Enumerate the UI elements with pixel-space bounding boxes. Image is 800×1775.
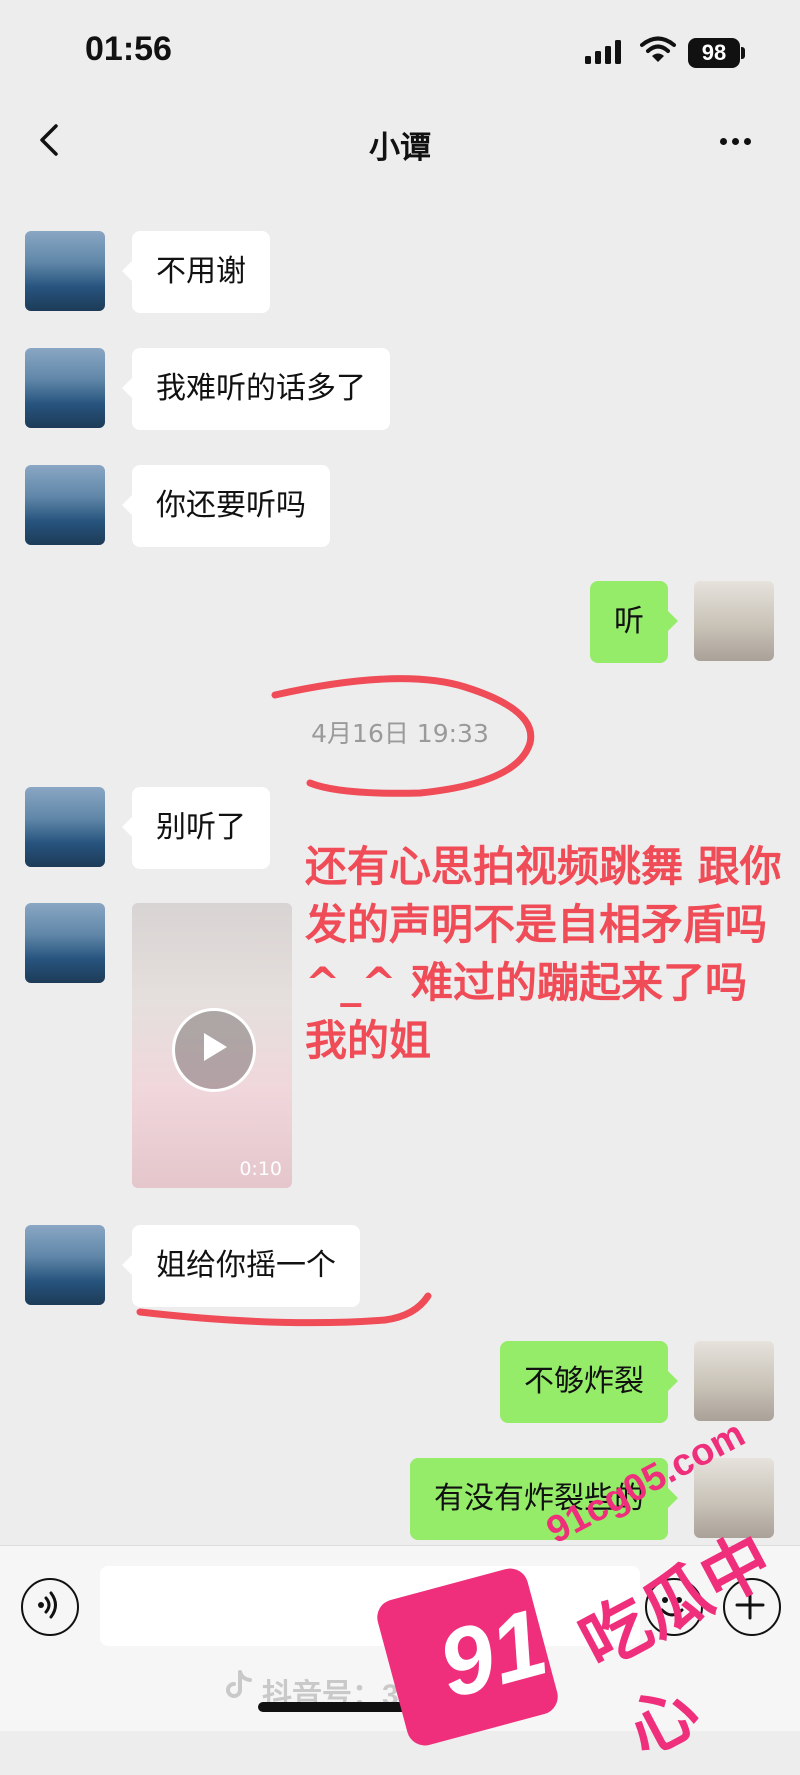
message-incoming[interactable]: 你还要听吗: [122, 465, 330, 547]
voice-icon[interactable]: [21, 1578, 79, 1636]
wifi-icon: [640, 36, 676, 62]
battery-level: 98: [688, 38, 740, 68]
battery-nub: [741, 47, 745, 59]
video-duration: 0:10: [239, 1158, 282, 1180]
more-dots-icon[interactable]: [720, 130, 770, 150]
message-outgoing[interactable]: 听: [590, 581, 678, 663]
avatar-self[interactable]: [694, 581, 774, 661]
avatar-contact[interactable]: [25, 465, 105, 545]
message-input[interactable]: [100, 1566, 640, 1646]
status-bar: 01:56 98: [0, 0, 800, 100]
video-message[interactable]: 0:10: [132, 903, 292, 1188]
message-incoming[interactable]: 别听了: [122, 787, 270, 869]
message-outgoing[interactable]: 不够炸裂: [500, 1341, 678, 1423]
avatar-self[interactable]: [694, 1341, 774, 1421]
chat-header: 小谭: [0, 100, 800, 180]
chat-title: 小谭: [369, 130, 431, 166]
avatar-contact[interactable]: [25, 787, 105, 867]
avatar-contact[interactable]: [25, 231, 105, 311]
douyin-logo-icon: [226, 1670, 252, 1698]
status-time: 01:56: [85, 30, 172, 68]
annotation-circle: [271, 675, 535, 797]
annotation-text: 还有心思拍视频跳舞 跟你发的声明不是自相矛盾吗^_^ 难过的蹦起来了吗 我的姐: [305, 842, 782, 1065]
message-incoming[interactable]: 不用谢: [122, 231, 270, 313]
message-incoming[interactable]: 我难听的话多了: [122, 348, 390, 430]
annotation-underline: [136, 1292, 432, 1327]
signal-icon: [585, 40, 621, 64]
play-icon[interactable]: [172, 1008, 256, 1092]
avatar-contact[interactable]: [25, 348, 105, 428]
avatar-contact[interactable]: [25, 903, 105, 983]
avatar-contact[interactable]: [25, 1225, 105, 1305]
